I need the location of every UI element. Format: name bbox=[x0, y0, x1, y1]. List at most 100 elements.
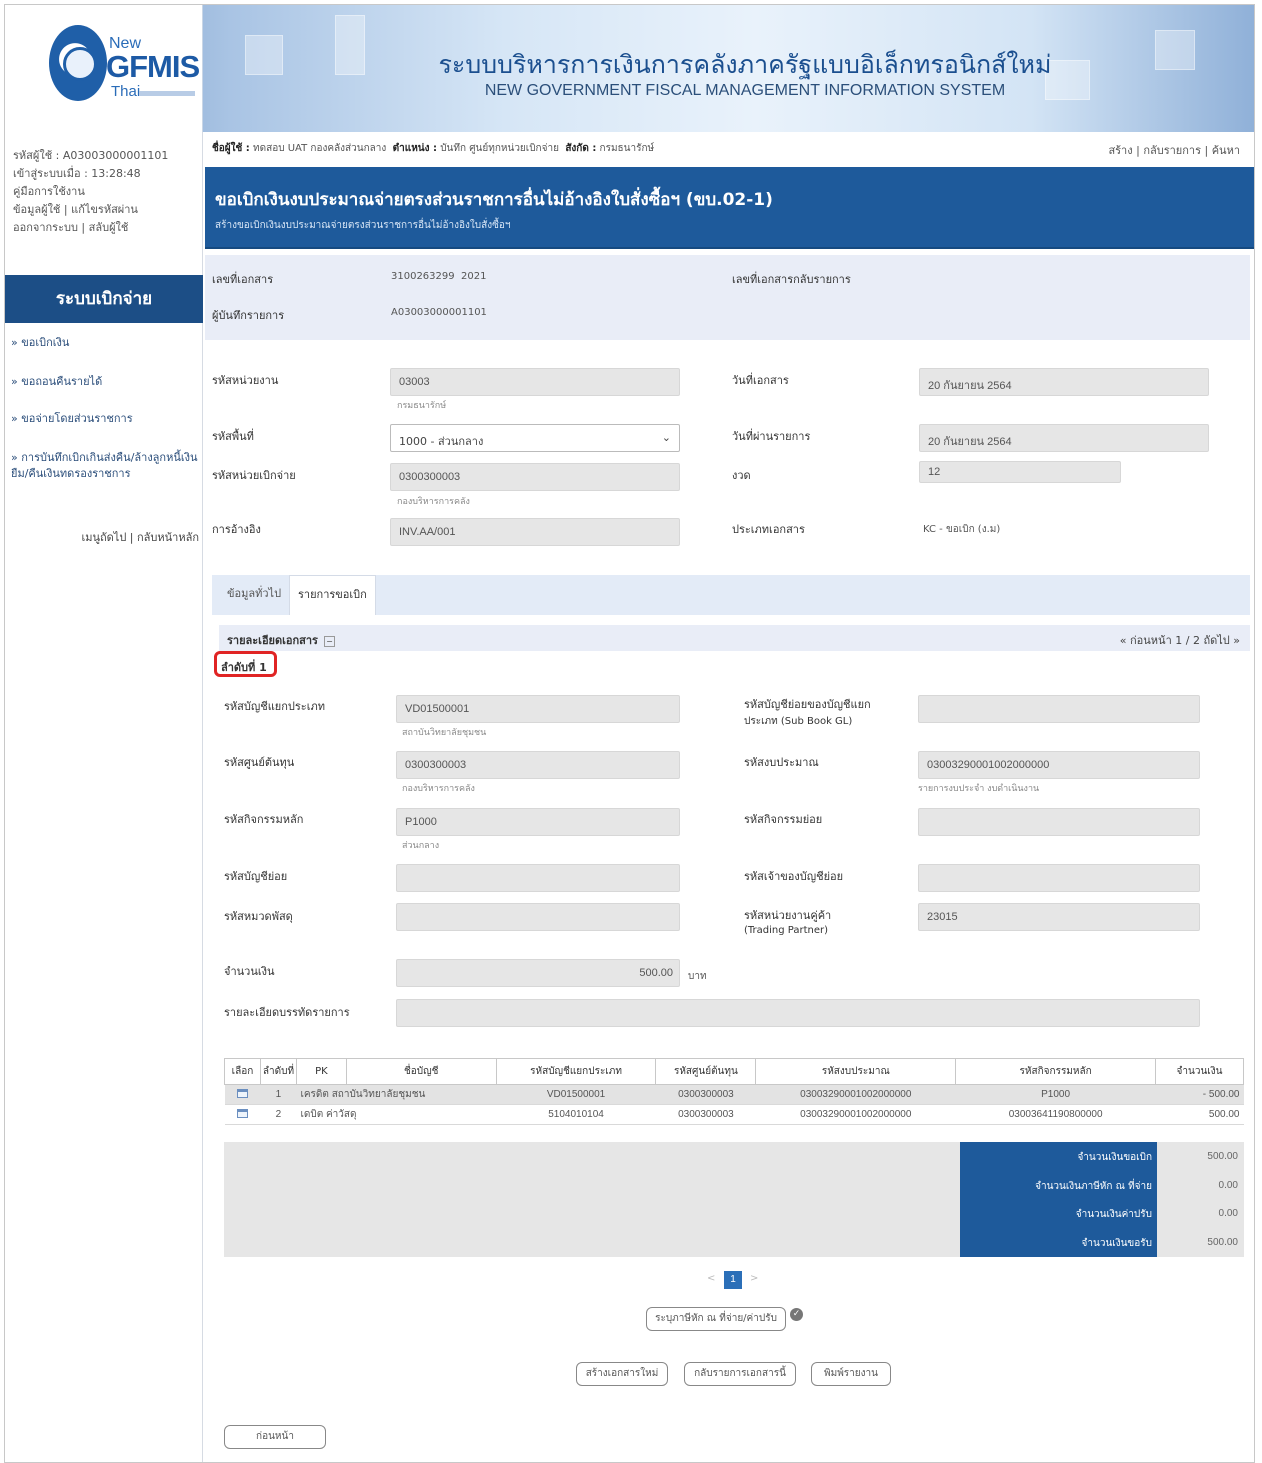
agency-name: กรมธนารักษ์ bbox=[397, 401, 447, 411]
disb-unit-label: รหัสหน่วยเบิกจ่าย bbox=[212, 469, 296, 482]
document-title-bar: ขอเบิกเงินงบประมาณจ่ายตรงส่วนราชการอื่นไ… bbox=[205, 167, 1254, 249]
page-prev-icon[interactable]: < bbox=[707, 1273, 715, 1284]
gl-field[interactable]: VD01500001 bbox=[396, 695, 680, 723]
period-field[interactable]: 12 bbox=[919, 461, 1121, 483]
page-subtitle: สร้างขอเบิกเงินงบประมาณจ่ายตรงส่วนราชการ… bbox=[215, 220, 511, 231]
col-gl: รหัสบัญชีแยกประเภท bbox=[495, 1058, 657, 1085]
sidebar-item-return-clear[interactable]: » การบันทึกเบิกเกินส่งคืน/ล้างลูกหนี้เงิ… bbox=[11, 450, 199, 482]
sidebar-item-request[interactable]: » ขอเบิกเงิน bbox=[11, 335, 199, 351]
new-doc-button[interactable]: สร้างเอกสารใหม่ bbox=[576, 1362, 668, 1386]
inventory-field[interactable] bbox=[396, 903, 680, 931]
disb-unit-field[interactable]: 0300300003 bbox=[390, 463, 680, 491]
position-value: บันทึก ศูนย์ทุกหน่วยเบิกจ่าย bbox=[440, 143, 559, 154]
record-pager[interactable]: « ก่อนหน้า 1 / 2 ถัดไป » bbox=[1120, 631, 1240, 649]
trading-partner-label-2: (Trading Partner) bbox=[744, 925, 829, 936]
logout-link[interactable]: ออกจากระบบ bbox=[13, 221, 78, 234]
system-title-thai: ระบบบริหารการเงินการคลังภาครัฐแบบอิเล็กท… bbox=[438, 50, 1052, 79]
header-decoration bbox=[1155, 30, 1195, 70]
subbook-field[interactable] bbox=[918, 695, 1200, 723]
sub-account-field[interactable] bbox=[396, 864, 680, 892]
row-select[interactable] bbox=[224, 1084, 261, 1105]
doc-type-value: KC - ขอเบิก (ง.ม) bbox=[923, 524, 1001, 535]
trading-partner-field[interactable]: 23015 bbox=[918, 903, 1200, 931]
summary-value: 0.00 bbox=[1218, 1208, 1238, 1219]
amount-label: จำนวนเงิน bbox=[224, 965, 275, 978]
budget-label: รหัสงบประมาณ bbox=[744, 756, 819, 769]
row-account-name: ค่าวัสดุ bbox=[325, 1109, 357, 1120]
back-button[interactable]: ก่อนหน้า bbox=[224, 1425, 326, 1449]
reverse-doc-button[interactable]: กลับรายการเอกสารนี้ bbox=[684, 1362, 796, 1386]
summary-label: จำนวนเงินภาษีหัก ณ ที่จ่าย bbox=[1035, 1181, 1152, 1192]
reference-label: การอ้างอิง bbox=[212, 523, 261, 536]
row-pk: เครดิต bbox=[300, 1089, 329, 1100]
main-activity-field[interactable]: P1000 bbox=[396, 808, 680, 836]
line-desc-label: รายละเอียดบรรทัดรายการ bbox=[224, 1006, 350, 1019]
sidebar-item-refund[interactable]: » ขอถอนคืนรายได้ bbox=[11, 374, 199, 390]
row-seq: 2 bbox=[260, 1104, 297, 1125]
amount-field[interactable]: 500.00 bbox=[396, 959, 680, 987]
doc-date-field[interactable]: 20 กันยายน 2564 bbox=[919, 368, 1209, 396]
doc-type-label: ประเภทเอกสาร bbox=[732, 523, 805, 536]
switch-user-link[interactable]: สลับผู้ใช้ bbox=[89, 221, 129, 234]
sidebar: รหัสผู้ใช้ : A03003000001101 เข้าสู่ระบบ… bbox=[5, 132, 203, 1462]
page-number[interactable]: 1 bbox=[724, 1271, 742, 1289]
table-row[interactable]: 2 เดบิต ค่าวัสดุ 5104010104 0300300003 0… bbox=[224, 1104, 1244, 1125]
row-main-activity: P1000 bbox=[955, 1084, 1156, 1105]
cost-center-field[interactable]: 0300300003 bbox=[396, 751, 680, 779]
manual-link[interactable]: คู่มือการใช้งาน bbox=[13, 185, 85, 198]
col-account-name: ชื่อบัญชี bbox=[345, 1058, 497, 1085]
sub-activity-field[interactable] bbox=[918, 808, 1200, 836]
sub-account-owner-field[interactable] bbox=[918, 864, 1200, 892]
col-cost-center: รหัสศูนย์ต้นทุน bbox=[655, 1058, 757, 1085]
sub-account-owner-label: รหัสเจ้าของบัญชีย่อย bbox=[744, 870, 844, 883]
area-code-value: 1000 - ส่วนกลาง bbox=[399, 435, 484, 448]
area-code-select[interactable]: 1000 - ส่วนกลาง ⌄ bbox=[390, 424, 680, 452]
line-desc-field[interactable] bbox=[396, 999, 1200, 1027]
system-title-english: NEW GOVERNMENT FISCAL MANAGEMENT INFORMA… bbox=[484, 82, 1006, 99]
reference-field[interactable]: INV.AA/001 bbox=[390, 518, 680, 546]
gfmis-logo[interactable]: New GFMIS Thai bbox=[5, 5, 203, 132]
collapse-icon[interactable]: − bbox=[323, 635, 335, 647]
folder-icon[interactable] bbox=[236, 1088, 248, 1098]
print-report-button[interactable]: พิมพ์รายงาน bbox=[811, 1362, 891, 1386]
user-info-link[interactable]: ข้อมูลผู้ใช้ bbox=[13, 203, 60, 216]
header-decoration bbox=[245, 35, 283, 75]
tab-general[interactable]: ข้อมูลทั่วไป bbox=[219, 575, 289, 615]
position-label: ตำแหน่ง : bbox=[392, 143, 437, 154]
folder-icon[interactable] bbox=[236, 1108, 248, 1118]
tab-request-items[interactable]: รายการขอเบิก bbox=[289, 575, 376, 615]
disb-unit-name: กองบริหารการคลัง bbox=[397, 497, 470, 507]
currency-unit: บาท bbox=[688, 971, 707, 982]
page-next-icon[interactable]: > bbox=[750, 1273, 758, 1284]
main-activity-label: รหัสกิจกรรมหลัก bbox=[224, 813, 304, 826]
posting-date-field[interactable]: 20 กันยายน 2564 bbox=[919, 424, 1209, 452]
logo-gfmis-text: GFMIS bbox=[106, 49, 200, 84]
table-row[interactable]: 1 เครดิต สถาบันวิทยาลัยชุมชน VD01500001 … bbox=[224, 1084, 1244, 1105]
agency-code-label: รหัสหน่วยงาน bbox=[212, 374, 279, 387]
subbook-label-1: รหัสบัญชีย่อยของบัญชีแยก bbox=[744, 698, 871, 711]
withholding-button[interactable]: ระบุภาษีหัก ณ ที่จ่าย/ค่าปรับ bbox=[646, 1307, 786, 1331]
detail-section-label: รายละเอียดเอกสาร − bbox=[227, 631, 335, 649]
budget-field[interactable]: 03003290001002000000 bbox=[918, 751, 1200, 779]
next-menu-link[interactable]: เมนูถัดไป bbox=[81, 531, 126, 544]
summary-row-receive: จำนวนเงินขอรับ 500.00 bbox=[224, 1228, 1244, 1256]
change-password-link[interactable]: แก้ไขรหัสผ่าน bbox=[71, 203, 138, 216]
cost-center-name: กองบริหารการคลัง bbox=[402, 784, 475, 794]
recorder-value: A03003000001101 bbox=[391, 307, 487, 318]
back-list-link[interactable]: กลับรายการ bbox=[1143, 144, 1201, 157]
gl-name: สถาบันวิทยาลัยชุมชน bbox=[402, 728, 487, 738]
area-code-label: รหัสพื้นที่ bbox=[212, 430, 254, 443]
row-main-activity: 03003641190800000 bbox=[955, 1104, 1156, 1125]
search-link[interactable]: ค้นหา bbox=[1212, 144, 1240, 157]
check-icon: ✓ bbox=[790, 1308, 803, 1321]
browser-page: New GFMIS Thai ระบบบริหารการเงินการคลังภ… bbox=[4, 4, 1255, 1463]
row-seq: 1 bbox=[260, 1084, 297, 1105]
row-select[interactable] bbox=[224, 1104, 261, 1125]
affiliation-label: สังกัด : bbox=[565, 143, 597, 154]
gl-label: รหัสบัญชีแยกประเภท bbox=[224, 700, 325, 713]
agency-code-field[interactable]: 03003 bbox=[390, 368, 680, 396]
home-link[interactable]: กลับหน้าหลัก bbox=[137, 531, 199, 544]
create-link[interactable]: สร้าง bbox=[1108, 144, 1132, 157]
cost-center-label: รหัสศูนย์ต้นทุน bbox=[224, 756, 295, 769]
sidebar-item-agency-pay[interactable]: » ขอจ่ายโดยส่วนราชการ bbox=[11, 411, 199, 427]
